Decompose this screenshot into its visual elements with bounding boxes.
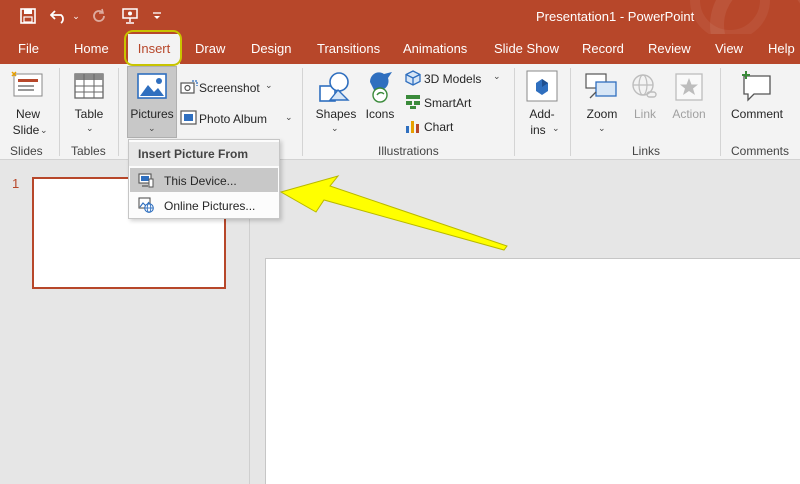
customize-icon[interactable] — [150, 5, 164, 27]
zoom-icon[interactable] — [584, 72, 618, 105]
ribbon-tabs: File Home Insert Draw Design Transitions… — [0, 34, 800, 64]
comment-icon[interactable] — [740, 70, 774, 105]
screenshot-label[interactable]: Screenshot — [199, 81, 260, 95]
smartart-label[interactable]: SmartArt — [424, 96, 471, 110]
table-label[interactable]: Table — [68, 107, 110, 121]
online-pictures-menu-item[interactable]: Online Pictures... — [130, 193, 278, 217]
photo-album-label[interactable]: Photo Album — [199, 112, 267, 126]
group-label-illustrations: Illustrations — [378, 144, 439, 158]
tab-file[interactable]: File — [18, 41, 39, 56]
ribbon: New Slide ⌄ Slides Table ⌄ Tables Pictur… — [0, 64, 800, 160]
chevron-down-icon[interactable]: ⌄ — [493, 71, 501, 82]
action-label[interactable]: Action — [668, 107, 710, 121]
tab-transitions[interactable]: Transitions — [317, 41, 380, 56]
group-label-comments: Comments — [731, 144, 790, 158]
undo-dropdown-icon[interactable]: ⌄ — [70, 5, 82, 27]
chevron-down-icon[interactable]: ⌄ — [285, 112, 293, 123]
this-device-menu-item[interactable]: This Device... — [130, 168, 278, 192]
redo-icon[interactable] — [88, 5, 110, 27]
shapes-label[interactable]: Shapes — [313, 107, 359, 121]
online-pictures-label: Online Pictures... — [164, 199, 256, 213]
chevron-down-icon[interactable]: ⌄ — [552, 123, 560, 134]
group-divider — [118, 68, 119, 156]
tab-home[interactable]: Home — [74, 41, 109, 56]
group-label-links: Links — [632, 144, 661, 158]
group-divider — [59, 68, 60, 156]
icons-label[interactable]: Icons — [360, 107, 400, 121]
tab-animations[interactable]: Animations — [403, 41, 467, 56]
tab-help[interactable]: Help — [768, 41, 795, 56]
slide-canvas[interactable] — [265, 258, 800, 484]
action-icon[interactable] — [674, 72, 704, 105]
chevron-down-icon[interactable]: ⌄ — [148, 123, 156, 134]
tab-slide-show[interactable]: Slide Show — [494, 41, 559, 56]
globe-picture-icon — [138, 197, 154, 216]
insert-tab-highlight-ring — [124, 30, 182, 66]
pictures-icon[interactable] — [136, 72, 168, 103]
chevron-down-icon[interactable]: ⌄ — [86, 123, 94, 134]
new-slide-icon[interactable] — [10, 70, 44, 103]
this-device-label: This Device... — [164, 174, 237, 188]
window-title: Presentation1 - PowerPoint — [536, 9, 695, 24]
group-label-tables: Tables — [71, 144, 106, 158]
slide-number: 1 — [12, 176, 20, 191]
zoom-label[interactable]: Zoom — [580, 107, 624, 121]
table-icon[interactable] — [73, 72, 105, 103]
3d-models-label[interactable]: 3D Models — [424, 72, 481, 86]
chevron-down-icon[interactable]: ⌄ — [265, 80, 273, 91]
group-divider — [720, 68, 721, 156]
addins-icon[interactable] — [526, 70, 558, 105]
undo-icon[interactable] — [48, 5, 70, 27]
shapes-icon[interactable] — [318, 70, 352, 107]
save-icon[interactable] — [16, 5, 40, 27]
present-icon[interactable] — [118, 5, 142, 27]
comment-label[interactable]: Comment — [726, 107, 788, 121]
chevron-down-icon[interactable]: ⌄ — [598, 123, 606, 134]
group-divider — [302, 68, 303, 156]
icons-icon[interactable] — [364, 68, 396, 107]
link-icon[interactable] — [630, 72, 660, 105]
tab-draw[interactable]: Draw — [195, 41, 225, 56]
group-label-slides: Slides — [10, 144, 43, 158]
photo-album-icon[interactable] — [180, 110, 198, 129]
tab-design[interactable]: Design — [251, 41, 291, 56]
dropdown-header: Insert Picture From — [129, 142, 279, 166]
computer-icon — [138, 172, 154, 191]
tab-review[interactable]: Review — [648, 41, 691, 56]
3d-models-icon[interactable] — [405, 70, 421, 89]
insert-picture-dropdown: Insert Picture From This Device... Onlin… — [128, 139, 280, 219]
chevron-down-icon[interactable]: ⌄ — [40, 125, 48, 136]
smartart-icon[interactable] — [405, 94, 421, 113]
addins-label-line1[interactable]: Add- — [522, 107, 562, 121]
annotation-arrow — [280, 175, 508, 251]
group-divider — [514, 68, 515, 156]
chart-icon[interactable] — [405, 118, 421, 137]
link-label[interactable]: Link — [626, 107, 664, 121]
chart-label[interactable]: Chart — [424, 120, 453, 134]
chevron-down-icon[interactable]: ⌄ — [331, 123, 339, 134]
group-divider — [570, 68, 571, 156]
title-bar: ⌄ Presentation1 - PowerPoint — [0, 0, 800, 34]
screenshot-icon[interactable] — [180, 80, 198, 99]
tab-view[interactable]: View — [715, 41, 743, 56]
tab-record[interactable]: Record — [582, 41, 624, 56]
new-slide-label-line1[interactable]: New — [8, 107, 48, 121]
pictures-label[interactable]: Pictures — [127, 107, 177, 121]
